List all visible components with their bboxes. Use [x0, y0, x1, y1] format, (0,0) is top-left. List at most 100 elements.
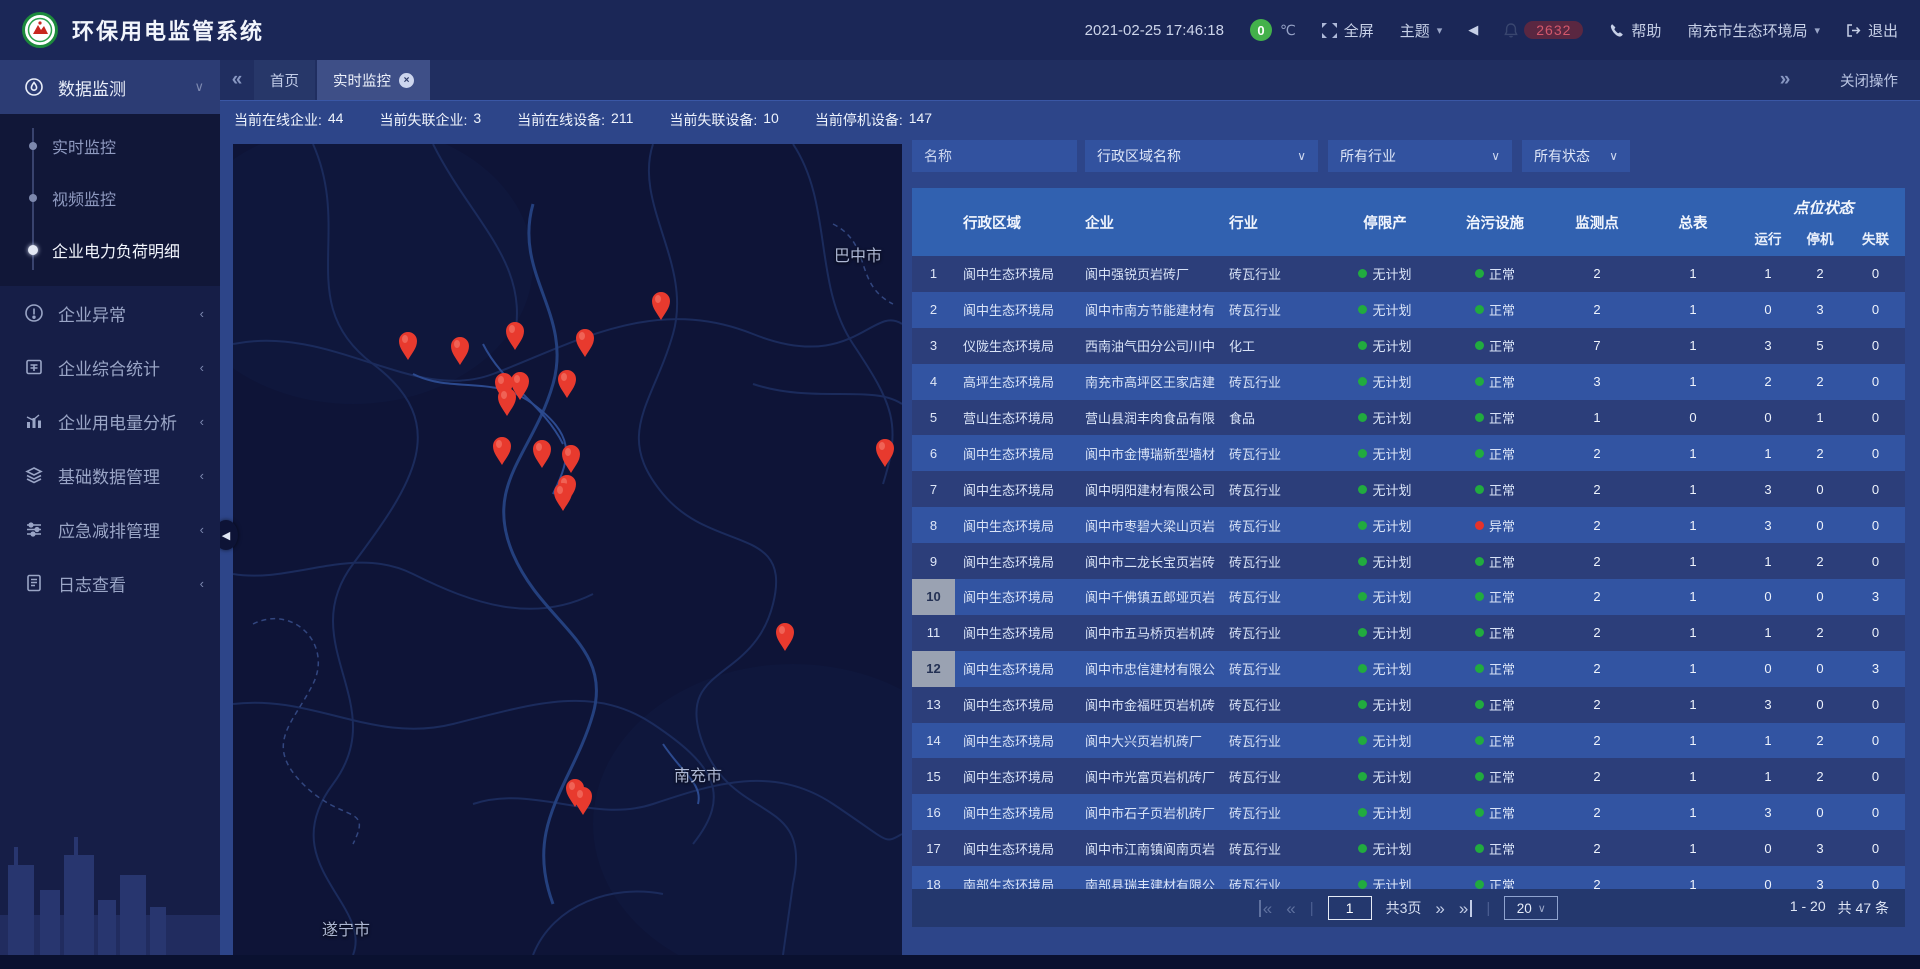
table-row[interactable]: 8 阆中生态环境局 阆中市枣碧大梁山页岩 砖瓦行业 无计划 异常 2 1 3 0…	[912, 507, 1905, 543]
prev-page-button[interactable]: «	[1286, 900, 1295, 917]
table-row[interactable]: 18 南部生态环境局 南部县瑞丰建材有限公 砖瓦行业 无计划 正常 2 1 0 …	[912, 866, 1905, 889]
map-pin[interactable]	[491, 436, 513, 466]
map-pin[interactable]	[774, 622, 796, 652]
cell-company: 阆中市南方节能建材有	[1085, 292, 1225, 328]
region-select[interactable]: 行政区域名称 ∨	[1085, 140, 1318, 172]
map-panel[interactable]: 巴中市南充市遂宁市	[233, 144, 902, 955]
map-pin[interactable]	[397, 331, 419, 361]
sidebar-section[interactable]: 企业综合统计 ‹	[0, 340, 220, 394]
table-row[interactable]: 14 阆中生态环境局 阆中大兴页岩机砖厂 砖瓦行业 无计划 正常 2 1 1 2…	[912, 723, 1905, 759]
logout-button[interactable]: 退出	[1846, 20, 1898, 41]
close-operations-button[interactable]: 关闭操作	[1840, 70, 1898, 91]
facility-status-dot	[1475, 592, 1484, 601]
map-pin[interactable]	[449, 336, 471, 366]
sidebar-section[interactable]: 企业用电量分析 ‹	[0, 394, 220, 448]
tab-realtime-monitor[interactable]: 实时监控 ×	[317, 60, 430, 100]
cell-region: 阆中生态环境局	[955, 507, 1085, 543]
cell-facility: 正常	[1489, 480, 1515, 499]
cell-region: 阆中生态环境局	[955, 615, 1085, 651]
next-page-button[interactable]: »	[1435, 900, 1444, 917]
stat-label: 当前在线企业:	[234, 110, 322, 130]
mute-button[interactable]: ◀	[1468, 22, 1478, 38]
cell-lost: 0	[1846, 435, 1905, 471]
cell-company: 阆中市二龙长宝页岩砖	[1085, 543, 1225, 579]
notifications-button[interactable]: 2632	[1504, 21, 1583, 39]
map-pin[interactable]	[874, 438, 896, 468]
table-row[interactable]: 12 阆中生态环境局 阆中市忠信建材有限公 砖瓦行业 无计划 正常 2 1 0 …	[912, 651, 1905, 687]
first-page-button[interactable]: «	[1259, 900, 1272, 917]
page-size-select[interactable]: 20 ∨	[1504, 896, 1558, 920]
tab-home[interactable]: 首页	[254, 60, 315, 100]
sidebar-section[interactable]: 基础数据管理 ‹	[0, 448, 220, 502]
map-pin[interactable]	[560, 444, 582, 474]
org-label: 南充市生态环境局	[1687, 20, 1807, 41]
table-row[interactable]: 11 阆中生态环境局 阆中市五马桥页岩机砖 砖瓦行业 无计划 正常 2 1 1 …	[912, 615, 1905, 651]
tabs-scroll-right-button[interactable]: »	[1768, 69, 1802, 91]
table-row[interactable]: 10 阆中生态环境局 阆中千佛镇五郎垭页岩 砖瓦行业 无计划 正常 2 1 0 …	[912, 579, 1905, 615]
tabs-scroll-left-button[interactable]: «	[220, 60, 254, 100]
fullscreen-button[interactable]: 全屏	[1322, 20, 1374, 41]
map-pin[interactable]	[650, 291, 672, 321]
help-button[interactable]: 帮助	[1609, 20, 1661, 41]
stat-label: 当前停机设备:	[815, 110, 903, 130]
bar-chart-icon	[24, 411, 44, 431]
table-row[interactable]: 6 阆中生态环境局 阆中市金博瑞新型墙材 砖瓦行业 无计划 正常 2 1 1 2…	[912, 435, 1905, 471]
sidebar-subitem[interactable]: 企业电力负荷明细	[0, 224, 220, 276]
sliders-icon	[24, 519, 44, 539]
chevron-down-icon: ∨	[194, 79, 204, 95]
sidebar-section[interactable]: 数据监测 ∨	[0, 60, 220, 114]
map-pin[interactable]	[572, 786, 594, 816]
table-row[interactable]: 13 阆中生态环境局 阆中市金福旺页岩机砖 砖瓦行业 无计划 正常 2 1 3 …	[912, 687, 1905, 723]
cell-lost: 0	[1846, 830, 1905, 866]
limit-status-dot	[1358, 736, 1367, 745]
record-range-label: 1 - 20	[1790, 898, 1826, 918]
chevron-left-icon: ‹	[200, 414, 204, 429]
cell-lost: 0	[1846, 256, 1905, 292]
sidebar-subitem[interactable]: 视频监控	[0, 172, 220, 224]
cell-lost: 0	[1846, 758, 1905, 794]
cell-run: 3	[1742, 794, 1794, 830]
cell-lost: 3	[1846, 651, 1905, 687]
last-page-button[interactable]: »	[1459, 900, 1472, 917]
sidebar-section[interactable]: 日志查看 ‹	[0, 556, 220, 610]
cell-region: 阆中生态环境局	[955, 651, 1085, 687]
row-index: 17	[912, 830, 955, 866]
table-row[interactable]: 15 阆中生态环境局 阆中市光富页岩机砖厂 砖瓦行业 无计划 正常 2 1 1 …	[912, 758, 1905, 794]
status-select[interactable]: 所有状态 ∨	[1522, 140, 1630, 172]
table-row[interactable]: 2 阆中生态环境局 阆中市南方节能建材有 砖瓦行业 无计划 正常 2 1 0 3…	[912, 292, 1905, 328]
cell-run: 0	[1742, 830, 1794, 866]
map-pin[interactable]	[574, 328, 596, 358]
table-row[interactable]: 7 阆中生态环境局 阆中明阳建材有限公司 砖瓦行业 无计划 正常 2 1 3 0…	[912, 471, 1905, 507]
facility-status-dot	[1475, 341, 1484, 350]
table-row[interactable]: 3 仪陇生态环境局 西南油气田分公司川中 化工 无计划 正常 7 1 3 5 0	[912, 328, 1905, 364]
name-search-input[interactable]	[912, 140, 1077, 172]
sidebar-section[interactable]: 企业异常 ‹	[0, 286, 220, 340]
col-header-point-status-group: 点位状态 运行 停机 失联	[1742, 188, 1905, 256]
stat-item: 当前在线企业:44	[234, 110, 343, 130]
map-pin[interactable]	[552, 482, 574, 512]
table-row[interactable]: 4 高坪生态环境局 南充市高坪区王家店建 砖瓦行业 无计划 正常 3 1 2 2…	[912, 364, 1905, 400]
map-pin[interactable]	[504, 321, 526, 351]
sidebar-section[interactable]: 应急减排管理 ‹	[0, 502, 220, 556]
sidebar-subitem[interactable]: 实时监控	[0, 120, 220, 172]
table-row[interactable]: 9 阆中生态环境局 阆中市二龙长宝页岩砖 砖瓦行业 无计划 正常 2 1 1 2…	[912, 543, 1905, 579]
row-index: 7	[912, 471, 955, 507]
map-pin[interactable]	[531, 439, 553, 469]
theme-dropdown[interactable]: 主题 ▾	[1400, 20, 1443, 41]
stat-item: 当前在线设备:211	[517, 110, 633, 130]
org-dropdown[interactable]: 南充市生态环境局 ▾	[1687, 20, 1820, 41]
cell-points: 2	[1550, 615, 1644, 651]
map-pin[interactable]	[496, 387, 518, 417]
industry-select[interactable]: 所有行业 ∨	[1328, 140, 1512, 172]
sidebar-section-label: 企业用电量分析	[58, 409, 177, 434]
table-row[interactable]: 16 阆中生态环境局 阆中市石子页岩机砖厂 砖瓦行业 无计划 正常 2 1 3 …	[912, 794, 1905, 830]
page-number-input[interactable]	[1328, 896, 1372, 920]
tab-close-icon[interactable]: ×	[399, 73, 414, 88]
cell-region: 阆中生态环境局	[955, 435, 1085, 471]
table-row[interactable]: 1 阆中生态环境局 阆中强锐页岩砖厂 砖瓦行业 无计划 正常 2 1 1 2 0	[912, 256, 1905, 292]
table-row[interactable]: 17 阆中生态环境局 阆中市江南镇阆南页岩 砖瓦行业 无计划 正常 2 1 0 …	[912, 830, 1905, 866]
cell-region: 阆中生态环境局	[955, 830, 1085, 866]
cell-meter: 1	[1644, 543, 1742, 579]
table-row[interactable]: 5 营山生态环境局 营山县润丰肉食品有限 食品 无计划 正常 1 0 0 1 0	[912, 400, 1905, 436]
map-pin[interactable]	[556, 369, 578, 399]
